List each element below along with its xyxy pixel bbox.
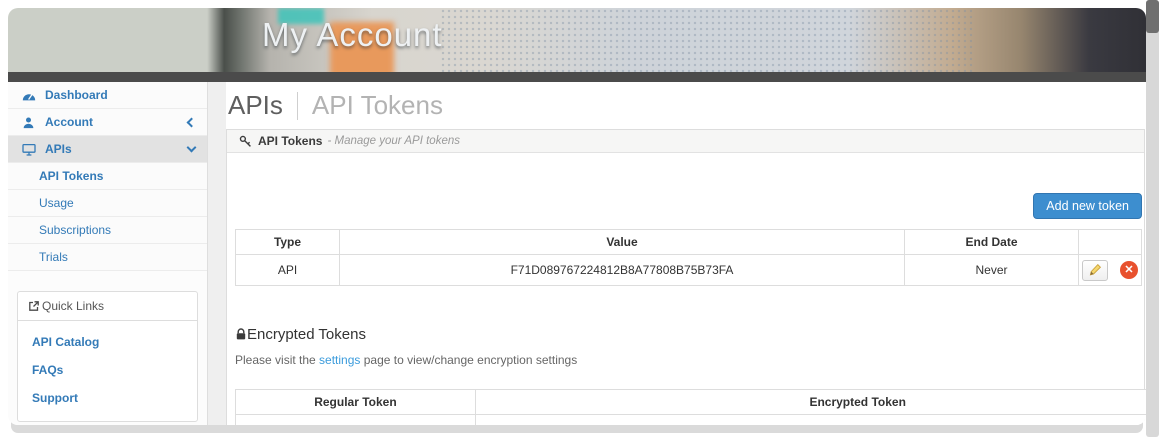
sidebar-item-dashboard[interactable]: Dashboard — [8, 82, 207, 109]
app-window: My Account Dashboard Account APIs API To… — [8, 8, 1146, 425]
edit-token-button[interactable] — [1082, 259, 1108, 281]
note-text: Please visit the — [235, 353, 320, 367]
desktop-icon — [22, 143, 37, 156]
quick-link-faqs[interactable]: FAQs — [18, 355, 197, 383]
lock-icon — [235, 328, 247, 341]
sidebar-item-label: Trials — [39, 250, 68, 264]
main-content: APIs API Tokens API Tokens - Manage your… — [208, 82, 1146, 425]
pencil-icon — [1088, 263, 1102, 277]
banner-divider — [8, 72, 1146, 82]
token-type-cell: API — [235, 254, 340, 286]
settings-link[interactable]: settings — [319, 353, 360, 367]
quick-link-support[interactable]: Support — [18, 383, 197, 411]
regular-token-cell: F71D089767224812B8A77808B75B73FA — [235, 414, 476, 425]
add-new-token-button[interactable]: Add new token — [1033, 193, 1142, 219]
panel-subtitle: - Manage your API tokens — [327, 135, 460, 147]
encrypted-tokens-heading: Encrypted Tokens — [235, 326, 1142, 343]
sidebar-item-apis[interactable]: APIs — [8, 136, 207, 163]
sidebar-item-api-tokens[interactable]: API Tokens — [8, 163, 207, 190]
breadcrumb: APIs API Tokens — [228, 90, 1146, 121]
chevron-down-icon — [186, 142, 197, 153]
page-scrollbar[interactable] — [1146, 0, 1159, 437]
column-header-end-date: End Date — [904, 229, 1079, 255]
content-gutter — [208, 82, 226, 425]
banner-dots-overlay — [440, 8, 976, 72]
tokens-table: Type Value End Date API F71D089767224812… — [235, 229, 1142, 286]
column-header-regular-token: Regular Token — [235, 389, 476, 415]
panel-header: API Tokens - Manage your API tokens — [227, 130, 1144, 153]
sidebar-item-label: Usage — [39, 196, 74, 210]
user-icon — [22, 116, 37, 129]
token-value-cell: F71D089767224812B8A77808B75B73FA — [339, 254, 905, 286]
quick-link-api-catalog[interactable]: API Catalog — [18, 327, 197, 355]
quick-links-header: Quick Links — [18, 292, 197, 321]
delete-token-button[interactable]: ✕ — [1120, 261, 1138, 279]
sidebar-item-trials[interactable]: Trials — [8, 244, 207, 271]
breadcrumb-section: APIs — [228, 90, 283, 120]
table-header-row: Type Value End Date — [235, 229, 1142, 255]
encrypted-tokens-table: Regular Token Encrypted Token F71D089767… — [235, 389, 1146, 425]
encryption-settings-note: Please visit the settings page to view/c… — [235, 353, 1142, 367]
page-title: My Account — [262, 16, 443, 53]
token-actions-cell: ✕ — [1078, 254, 1142, 286]
quick-links-title: Quick Links — [42, 299, 105, 313]
column-header-value: Value — [339, 229, 905, 255]
sidebar: Dashboard Account APIs API Tokens Usage … — [8, 82, 208, 425]
sidebar-item-label: Account — [45, 115, 93, 129]
sidebar-item-usage[interactable]: Usage — [8, 190, 207, 217]
chevron-left-icon — [186, 117, 197, 127]
key-icon — [239, 135, 252, 148]
panel-body: Add new token Type Value End Date API F7… — [227, 193, 1146, 425]
note-text: page to view/change encryption settings — [360, 353, 578, 367]
sidebar-item-subscriptions[interactable]: Subscriptions — [8, 217, 207, 244]
sidebar-item-label: APIs — [45, 142, 72, 156]
table-header-row: Regular Token Encrypted Token — [235, 389, 1146, 415]
scrollbar-thumb[interactable] — [1146, 0, 1159, 33]
sidebar-item-account[interactable]: Account — [8, 109, 207, 136]
column-header-actions — [1078, 229, 1142, 255]
column-header-encrypted-token: Encrypted Token — [474, 389, 1146, 415]
token-end-date-cell: Never — [904, 254, 1079, 286]
encrypted-token-cell: E7B56DEF36BF1B2E82DABAD4509E86FFA4DAC7A4… — [474, 414, 1146, 425]
column-header-type: Type — [235, 229, 340, 255]
quick-links-body: API Catalog FAQs Support — [18, 321, 197, 421]
encrypted-tokens-title: Encrypted Tokens — [247, 326, 366, 343]
breadcrumb-page: API Tokens — [311, 90, 443, 120]
quick-links-panel: Quick Links API Catalog FAQs Support — [17, 291, 198, 422]
external-link-icon — [28, 300, 40, 312]
sidebar-item-label: Subscriptions — [39, 223, 112, 237]
table-row: API F71D089767224812B8A77808B75B73FA Nev… — [235, 254, 1142, 286]
breadcrumb-divider — [296, 91, 298, 120]
delete-x-icon: ✕ — [1124, 263, 1134, 276]
sidebar-item-label: Dashboard — [45, 88, 108, 102]
sidebar-item-label: API Tokens — [39, 169, 104, 183]
api-tokens-panel: API Tokens - Manage your API tokens Add … — [226, 129, 1146, 425]
hero-banner: My Account — [8, 8, 1146, 72]
dashboard-icon — [22, 90, 37, 101]
table-row: F71D089767224812B8A77808B75B73FA E7B56DE… — [235, 414, 1146, 425]
panel-title: API Tokens — [258, 134, 323, 148]
content-area: Dashboard Account APIs API Tokens Usage … — [8, 82, 1146, 425]
